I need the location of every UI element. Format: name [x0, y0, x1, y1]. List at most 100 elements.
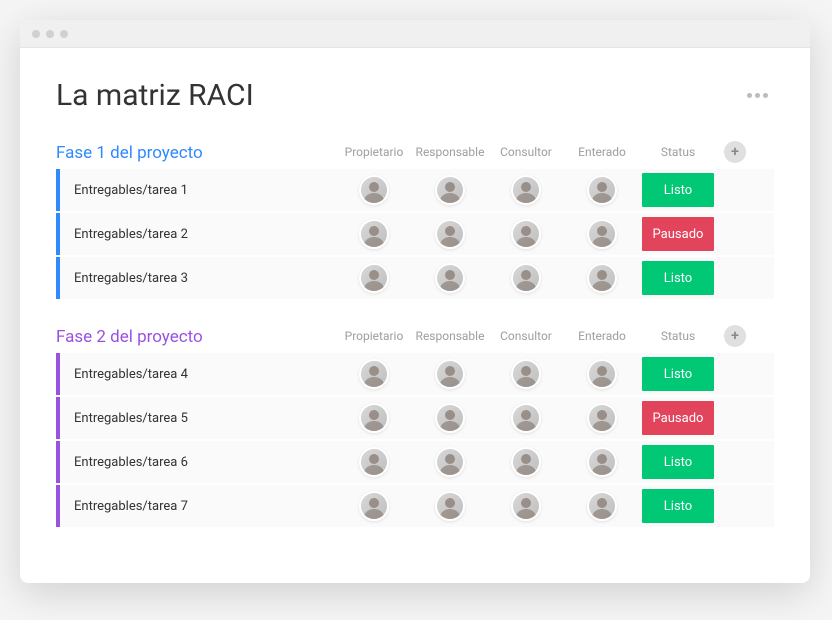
column-header-status[interactable]: Status	[640, 329, 716, 343]
status-cell[interactable]: Listo	[640, 445, 716, 479]
owner-cell[interactable]	[336, 403, 412, 433]
row-cells: Listo	[336, 261, 774, 295]
informed-cell[interactable]	[564, 403, 640, 433]
table-row[interactable]: Entregables/tarea 1 Listo	[56, 169, 774, 211]
phase-header: Fase 2 del proyecto Propietario Responsa…	[56, 325, 774, 347]
status-cell[interactable]: Pausado	[640, 217, 716, 251]
column-header-informed[interactable]: Enterado	[564, 145, 640, 159]
page-title: La matriz RACI	[56, 78, 254, 113]
table-row[interactable]: Entregables/tarea 5 Pausado	[56, 397, 774, 439]
avatar	[587, 491, 617, 521]
column-header-responsible[interactable]: Responsable	[412, 329, 488, 343]
window-titlebar	[20, 20, 810, 48]
responsible-cell[interactable]	[412, 359, 488, 389]
window-close-icon[interactable]	[32, 30, 40, 38]
avatar	[587, 219, 617, 249]
avatar	[435, 219, 465, 249]
owner-cell[interactable]	[336, 263, 412, 293]
add-column-button[interactable]: +	[724, 325, 746, 347]
owner-cell[interactable]	[336, 175, 412, 205]
table-row[interactable]: Entregables/tarea 2 Pausado	[56, 213, 774, 255]
plus-icon: +	[731, 144, 739, 160]
table-row[interactable]: Entregables/tarea 6 Listo	[56, 441, 774, 483]
status-badge: Listo	[642, 489, 714, 523]
consultant-cell[interactable]	[488, 403, 564, 433]
status-cell[interactable]: Pausado	[640, 401, 716, 435]
column-header-owner[interactable]: Propietario	[336, 329, 412, 343]
column-header-owner[interactable]: Propietario	[336, 145, 412, 159]
avatar	[435, 491, 465, 521]
consultant-cell[interactable]	[488, 175, 564, 205]
informed-cell[interactable]	[564, 359, 640, 389]
owner-cell[interactable]	[336, 219, 412, 249]
table-row[interactable]: Entregables/tarea 4 Listo	[56, 353, 774, 395]
row-name[interactable]: Entregables/tarea 3	[60, 271, 336, 286]
column-header-status[interactable]: Status	[640, 145, 716, 159]
consultant-cell[interactable]	[488, 491, 564, 521]
status-cell[interactable]: Listo	[640, 261, 716, 295]
phase-title[interactable]: Fase 1 del proyecto	[56, 143, 336, 163]
status-cell[interactable]: Listo	[640, 357, 716, 391]
consultant-cell[interactable]	[488, 447, 564, 477]
informed-cell[interactable]	[564, 219, 640, 249]
row-name[interactable]: Entregables/tarea 7	[60, 499, 336, 514]
table-row[interactable]: Entregables/tarea 7 Listo	[56, 485, 774, 527]
owner-cell[interactable]	[336, 447, 412, 477]
more-options-button[interactable]	[741, 87, 774, 104]
row-name[interactable]: Entregables/tarea 6	[60, 455, 336, 470]
avatar	[511, 219, 541, 249]
column-header-consultant[interactable]: Consultor	[488, 329, 564, 343]
status-cell[interactable]: Listo	[640, 173, 716, 207]
content-area: La matriz RACI Fase 1 del proyecto Propi…	[20, 48, 810, 583]
avatar	[511, 263, 541, 293]
row-name[interactable]: Entregables/tarea 5	[60, 411, 336, 426]
informed-cell[interactable]	[564, 447, 640, 477]
responsible-cell[interactable]	[412, 447, 488, 477]
app-window: La matriz RACI Fase 1 del proyecto Propi…	[20, 20, 810, 583]
status-badge: Pausado	[642, 217, 714, 251]
column-header-responsible[interactable]: Responsable	[412, 145, 488, 159]
informed-cell[interactable]	[564, 491, 640, 521]
consultant-cell[interactable]	[488, 359, 564, 389]
avatar	[511, 447, 541, 477]
column-headers: Propietario Responsable Consultor Entera…	[336, 325, 774, 347]
avatar	[587, 359, 617, 389]
phase-group: Fase 1 del proyecto Propietario Responsa…	[56, 141, 774, 299]
responsible-cell[interactable]	[412, 491, 488, 521]
avatar	[511, 175, 541, 205]
responsible-cell[interactable]	[412, 403, 488, 433]
responsible-cell[interactable]	[412, 263, 488, 293]
avatar	[359, 447, 389, 477]
avatar	[587, 403, 617, 433]
window-maximize-icon[interactable]	[60, 30, 68, 38]
phase-title[interactable]: Fase 2 del proyecto	[56, 327, 336, 347]
consultant-cell[interactable]	[488, 219, 564, 249]
responsible-cell[interactable]	[412, 219, 488, 249]
phase-group: Fase 2 del proyecto Propietario Responsa…	[56, 325, 774, 527]
informed-cell[interactable]	[564, 175, 640, 205]
row-name[interactable]: Entregables/tarea 4	[60, 367, 336, 382]
row-cells: Listo	[336, 489, 774, 523]
avatar	[587, 175, 617, 205]
row-name[interactable]: Entregables/tarea 2	[60, 227, 336, 242]
consultant-cell[interactable]	[488, 263, 564, 293]
avatar	[359, 175, 389, 205]
avatar	[435, 175, 465, 205]
column-header-informed[interactable]: Enterado	[564, 329, 640, 343]
column-headers: Propietario Responsable Consultor Entera…	[336, 141, 774, 163]
responsible-cell[interactable]	[412, 175, 488, 205]
row-name[interactable]: Entregables/tarea 1	[60, 183, 336, 198]
avatar	[511, 359, 541, 389]
plus-icon: +	[731, 328, 739, 344]
status-badge: Listo	[642, 261, 714, 295]
avatar	[359, 403, 389, 433]
status-cell[interactable]: Listo	[640, 489, 716, 523]
owner-cell[interactable]	[336, 491, 412, 521]
add-column-button[interactable]: +	[724, 141, 746, 163]
column-header-consultant[interactable]: Consultor	[488, 145, 564, 159]
avatar	[359, 491, 389, 521]
informed-cell[interactable]	[564, 263, 640, 293]
window-minimize-icon[interactable]	[46, 30, 54, 38]
owner-cell[interactable]	[336, 359, 412, 389]
table-row[interactable]: Entregables/tarea 3 Listo	[56, 257, 774, 299]
